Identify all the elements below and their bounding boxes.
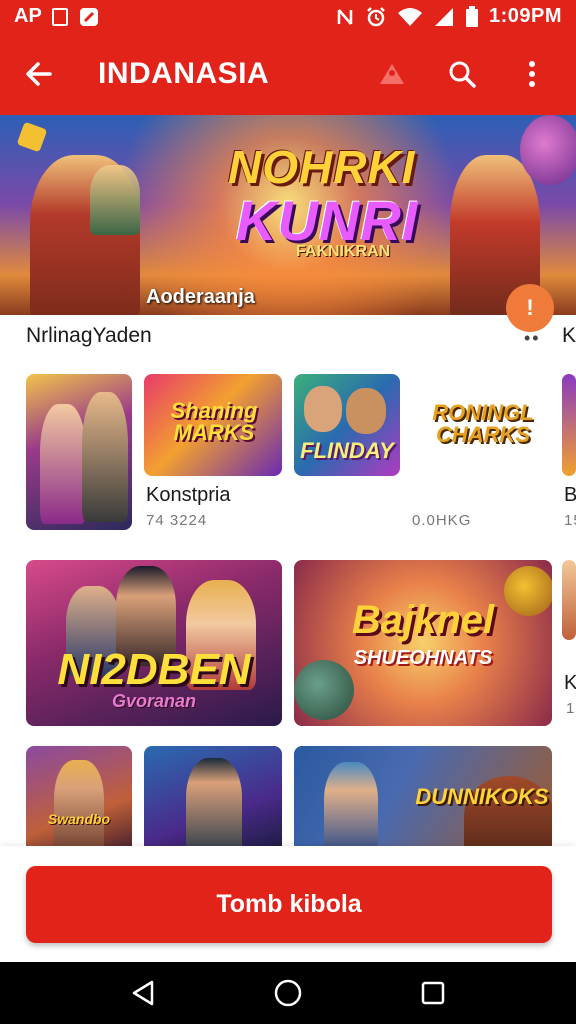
search-button[interactable]: [442, 54, 482, 94]
hero-coin: [16, 121, 48, 153]
hero-caption: Aoderaanja: [146, 286, 255, 308]
hero-badge-button[interactable]: !: [506, 284, 554, 332]
tile-title: DUNNIKOKS: [415, 784, 549, 809]
tile-title: FLINDAY: [300, 438, 394, 463]
carrier-text: AP: [14, 5, 42, 27]
more-options-button[interactable]: [512, 54, 552, 94]
nav-back-button[interactable]: [123, 973, 163, 1013]
game-tile-warrior[interactable]: [144, 746, 282, 856]
game-caption-edge: K: [564, 672, 576, 694]
hero-title-line3: FAKNIKRAN: [296, 243, 391, 260]
system-nav-bar: [0, 962, 576, 1024]
tile-subtitle: SHUEOHNATS: [353, 647, 493, 669]
nfc-icon: [337, 8, 353, 25]
game-subtext: 74 3224: [146, 512, 208, 529]
tile-title: Shaning MARKS: [170, 398, 258, 445]
tile-title: Swandbo: [47, 811, 111, 827]
game-tile-dunnikoks[interactable]: DUNNIKOKS: [294, 746, 552, 856]
sim-box-icon: [51, 7, 68, 26]
tile-subtitle: Gvoranan: [111, 691, 197, 711]
tile-character: [40, 404, 86, 524]
game-tile-heroine[interactable]: [26, 374, 132, 530]
status-bar: AP 1:09PM: [0, 0, 576, 33]
back-button[interactable]: [0, 33, 78, 115]
game-tile-edge[interactable]: [562, 560, 576, 640]
hero-orb: [520, 115, 576, 185]
game-tile-flinday[interactable]: FLINDAY: [294, 374, 400, 476]
game-tile-roningl-charks[interactable]: RONINGL CHARKS: [412, 380, 552, 476]
game-caption: Konstpria: [146, 484, 231, 506]
game-tile-ni2dben[interactable]: NI2DBEN Gvoranan: [26, 560, 282, 726]
game-subtext-edge: 15: [564, 512, 576, 529]
game-tile-bajknel[interactable]: Bajknel SHUEOHNATS: [294, 560, 552, 726]
back-arrow-icon: [26, 62, 52, 86]
game-subtext-edge: 1: [566, 700, 576, 717]
hero-badge-text: !: [526, 295, 534, 320]
game-tile-shaning-marks[interactable]: Shaning MARKS: [144, 374, 282, 476]
tile-orb: [294, 660, 354, 720]
app-notification-icon: [79, 7, 98, 26]
tile-title: NI2DBEN: [57, 645, 251, 694]
search-icon: [449, 61, 476, 88]
tile-title: RONINGL CHARKS: [432, 400, 534, 447]
nav-back-icon: [132, 980, 153, 1006]
nav-recents-button[interactable]: [413, 973, 453, 1013]
status-time: 1:09PM: [488, 5, 562, 27]
tile-character: [54, 760, 104, 856]
game-tile-swandbo[interactable]: Swandbo: [26, 746, 132, 856]
more-vert-icon: [529, 61, 535, 87]
warning-button[interactable]: [372, 54, 412, 94]
section-edge-text: K: [562, 324, 576, 347]
game-caption-edge: B: [564, 484, 576, 506]
tile-face: [346, 388, 386, 434]
hero-character-left-small: [90, 165, 140, 235]
bottom-action-area: Tomb kibola: [0, 846, 576, 962]
game-subtext: 0.0HKG: [412, 512, 472, 529]
section-title: NrlinagYaden: [26, 324, 152, 347]
section-more-button[interactable]: ••: [524, 328, 541, 349]
game-tile-edge[interactable]: [562, 374, 576, 476]
primary-action-label: Tomb kibola: [216, 890, 362, 918]
battery-icon: [465, 5, 478, 27]
tile-character: [186, 758, 242, 856]
tile-character: [324, 762, 378, 856]
tile-character: [82, 392, 128, 522]
warning-icon: [380, 64, 404, 84]
wifi-icon: [397, 7, 422, 26]
primary-action-button[interactable]: Tomb kibola: [26, 866, 552, 943]
signal-icon: [434, 7, 453, 26]
alarm-icon: [367, 6, 385, 26]
hero-title-line1: NOHRKI: [228, 141, 416, 193]
page-title: INDANASIA: [98, 57, 270, 90]
nav-home-icon: [274, 979, 302, 1007]
nav-recents-icon: [422, 981, 445, 1005]
tile-face: [304, 386, 342, 432]
app-bar: INDANASIA: [0, 33, 576, 115]
tile-title: Bajknel: [351, 598, 495, 642]
nav-home-button[interactable]: [268, 973, 308, 1013]
